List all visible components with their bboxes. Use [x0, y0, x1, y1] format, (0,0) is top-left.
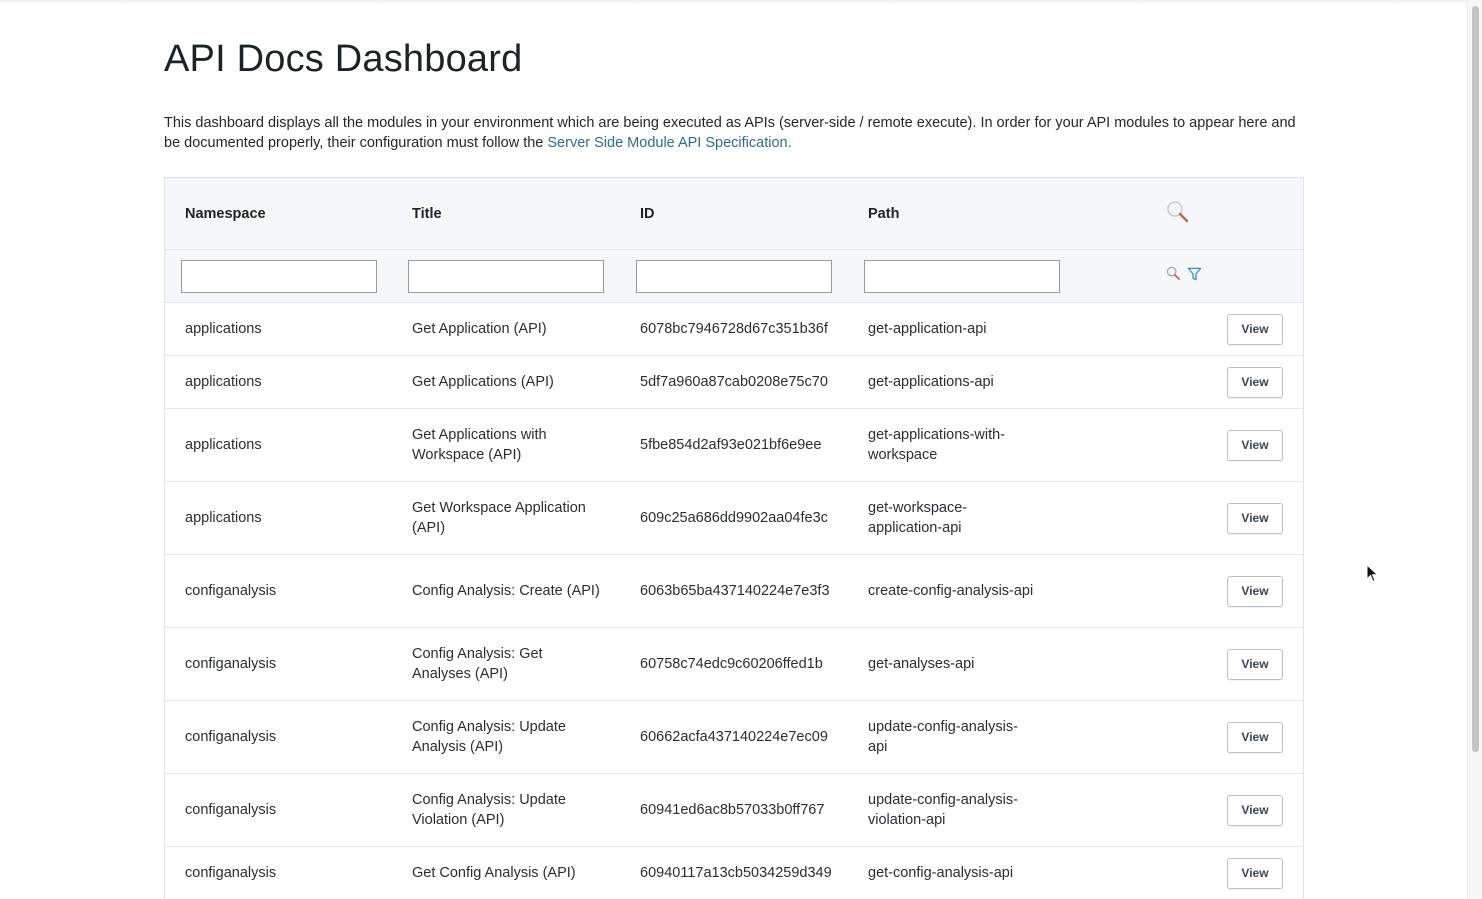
column-header-path[interactable]: Path — [848, 178, 1076, 250]
column-header-id[interactable]: ID — [620, 178, 848, 250]
cell-path: get-applications-with-workspace — [848, 408, 1076, 482]
namespace-filter-input[interactable] — [181, 259, 377, 293]
cell-title: Get Workspace Application (API) — [392, 481, 620, 555]
cell-title: Get Application (API) — [392, 302, 620, 356]
cell-id: 60941ed6ac8b57033b0ff767 — [620, 773, 848, 847]
table-header-row: Namespace Title ID Path — [165, 178, 1303, 250]
cell-path: update-config-analysis-violation-api — [848, 773, 1076, 847]
cell-id: 60758c74edc9c60206ffed1b — [620, 627, 848, 701]
view-button[interactable]: View — [1227, 648, 1283, 680]
cell-path: update-config-analysis-api — [848, 700, 1076, 774]
intro-paragraph: This dashboard displays all the modules … — [164, 113, 1304, 153]
cell-title: Config Analysis: Create (API) — [392, 554, 620, 628]
table-row: configanalysis Config Analysis: Get Anal… — [165, 627, 1303, 701]
cell-path: get-config-analysis-api — [848, 846, 1076, 899]
table-row: configanalysis Config Analysis: Update V… — [165, 773, 1303, 847]
cell-namespace: applications — [165, 408, 392, 482]
header-search-icon[interactable] — [1166, 200, 1190, 228]
cell-id: 609c25a686dd9902aa04fe3c — [620, 481, 848, 555]
cell-id: 5df7a960a87cab0208e75c70 — [620, 355, 848, 409]
filter-search-icon[interactable] — [1166, 266, 1181, 286]
table-row: applications Get Workspace Application (… — [165, 481, 1303, 555]
filter-icons — [1166, 266, 1202, 287]
mouse-cursor-icon — [1366, 564, 1379, 583]
cell-id: 60940117a13cb5034259d349 — [620, 846, 848, 899]
cell-namespace: applications — [165, 302, 392, 356]
table-row: applications Get Applications (API) 5df7… — [165, 355, 1303, 409]
column-header-title[interactable]: Title — [392, 178, 620, 250]
cell-namespace: applications — [165, 481, 392, 555]
cell-id: 5fbe854d2af93e021bf6e9ee — [620, 408, 848, 482]
view-button[interactable]: View — [1227, 502, 1283, 534]
column-header-actions — [1076, 178, 1303, 250]
cell-title: Get Config Analysis (API) — [392, 846, 620, 899]
id-filter-input[interactable] — [636, 259, 832, 293]
view-button[interactable]: View — [1227, 794, 1283, 826]
table-row: applications Get Application (API) 6078b… — [165, 302, 1303, 356]
view-button[interactable]: View — [1227, 721, 1283, 753]
cell-id: 60662acfa437140224e7ec09 — [620, 700, 848, 774]
cell-namespace: configanalysis — [165, 554, 392, 628]
funnel-icon[interactable] — [1187, 266, 1202, 287]
view-button[interactable]: View — [1227, 313, 1283, 345]
cell-title: Get Applications with Workspace (API) — [392, 408, 620, 482]
cell-path: get-application-api — [848, 302, 1076, 356]
api-modules-table: Namespace Title ID Path applications Get… — [164, 177, 1304, 899]
column-header-namespace[interactable]: Namespace — [165, 178, 392, 250]
cell-id: 6063b65ba437140224e7e3f3 — [620, 554, 848, 628]
cell-id: 6078bc7946728d67c351b36f — [620, 302, 848, 356]
scrollbar-thumb[interactable] — [1472, 6, 1479, 752]
table-row: configanalysis Get Config Analysis (API)… — [165, 846, 1303, 899]
path-filter-input[interactable] — [864, 259, 1060, 293]
view-button[interactable]: View — [1227, 857, 1283, 889]
cell-title: Get Applications (API) — [392, 355, 620, 409]
title-filter-input[interactable] — [408, 259, 604, 293]
table-filter-row — [165, 249, 1303, 303]
cell-path: get-analyses-api — [848, 627, 1076, 701]
cell-path: get-applications-api — [848, 355, 1076, 409]
view-button[interactable]: View — [1227, 575, 1283, 607]
cell-title: Config Analysis: Update Analysis (API) — [392, 700, 620, 774]
cell-path: create-config-analysis-api — [848, 554, 1076, 628]
cell-namespace: configanalysis — [165, 846, 392, 899]
top-shadow — [0, 0, 1468, 4]
view-button[interactable]: View — [1227, 366, 1283, 398]
table-row: configanalysis Config Analysis: Create (… — [165, 554, 1303, 628]
table-row: configanalysis Config Analysis: Update A… — [165, 700, 1303, 774]
cell-title: Config Analysis: Update Violation (API) — [392, 773, 620, 847]
api-spec-link[interactable]: Server Side Module API Specification. — [547, 135, 791, 151]
table-row: applications Get Applications with Works… — [165, 408, 1303, 482]
vertical-scrollbar[interactable] — [1467, 0, 1482, 899]
cell-namespace: configanalysis — [165, 700, 392, 774]
page: API Docs Dashboard This dashboard displa… — [0, 0, 1482, 899]
cell-namespace: applications — [165, 355, 392, 409]
cell-title: Config Analysis: Get Analyses (API) — [392, 627, 620, 701]
page-title: API Docs Dashboard — [164, 38, 523, 80]
cell-path: get-workspace-application-api — [848, 481, 1076, 555]
cell-namespace: configanalysis — [165, 627, 392, 701]
cell-namespace: configanalysis — [165, 773, 392, 847]
view-button[interactable]: View — [1227, 429, 1283, 461]
